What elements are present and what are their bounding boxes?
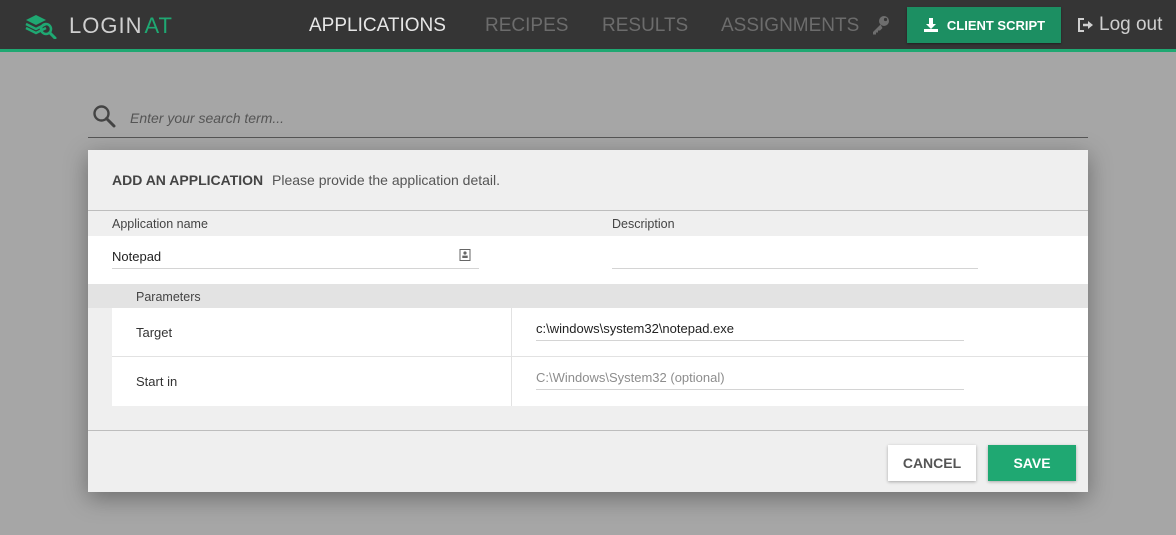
application-name-label: Application name	[112, 217, 208, 231]
dialog-subtitle: Please provide the application detail.	[272, 172, 501, 188]
param-start-in-label: Start in	[136, 374, 178, 389]
column-divider	[511, 357, 512, 406]
sign-out-icon	[1078, 18, 1093, 32]
brand-accent: AT	[144, 13, 173, 38]
top-navigation-bar: LOGINAT APPLICATIONS RECIPES RESULTS ASS…	[0, 0, 1176, 52]
search-icon	[93, 105, 116, 128]
target-input[interactable]	[536, 316, 964, 341]
logo-icon	[25, 15, 57, 39]
contact-card-icon[interactable]	[459, 249, 471, 261]
dialog-header: ADD AN APPLICATION Please provide the ap…	[88, 150, 1088, 211]
nav-assignments[interactable]: ASSIGNMENTS	[721, 15, 859, 37]
save-button[interactable]: SAVE	[988, 445, 1076, 481]
brand-main: LOGIN	[69, 13, 143, 38]
description-input[interactable]	[612, 244, 978, 269]
brand-name: LOGINAT	[69, 13, 173, 39]
parameters-table: Target Start in	[112, 308, 1088, 406]
search-input[interactable]	[128, 106, 1032, 130]
nav-results[interactable]: RESULTS	[602, 15, 688, 37]
table-row: Target	[112, 308, 1088, 357]
download-icon	[923, 18, 938, 32]
column-divider	[511, 308, 512, 357]
application-fields-row	[88, 236, 1088, 284]
application-name-input[interactable]	[112, 244, 479, 269]
parameters-label: Parameters	[136, 290, 201, 304]
add-application-dialog: ADD AN APPLICATION Please provide the ap…	[88, 150, 1088, 492]
client-script-button[interactable]: CLIENT SCRIPT	[907, 7, 1061, 43]
table-row: Start in	[112, 357, 1088, 406]
parameters-header: Parameters	[88, 284, 1088, 308]
cancel-button[interactable]: CANCEL	[888, 445, 976, 481]
nav-applications[interactable]: APPLICATIONS	[309, 15, 446, 37]
logout-label: Log out	[1099, 14, 1163, 35]
start-in-input[interactable]	[536, 365, 964, 390]
dialog-title: ADD AN APPLICATION	[112, 172, 264, 188]
param-target-label: Target	[136, 325, 173, 340]
search-bar	[88, 100, 1088, 138]
dialog-footer: CANCEL SAVE	[88, 430, 1088, 493]
client-script-label: CLIENT SCRIPT	[946, 17, 1046, 33]
logout-link[interactable]: Log out	[1077, 14, 1162, 36]
nav-recipes[interactable]: RECIPES	[485, 15, 568, 37]
description-label: Description	[612, 217, 675, 231]
key-icon[interactable]	[869, 14, 891, 36]
